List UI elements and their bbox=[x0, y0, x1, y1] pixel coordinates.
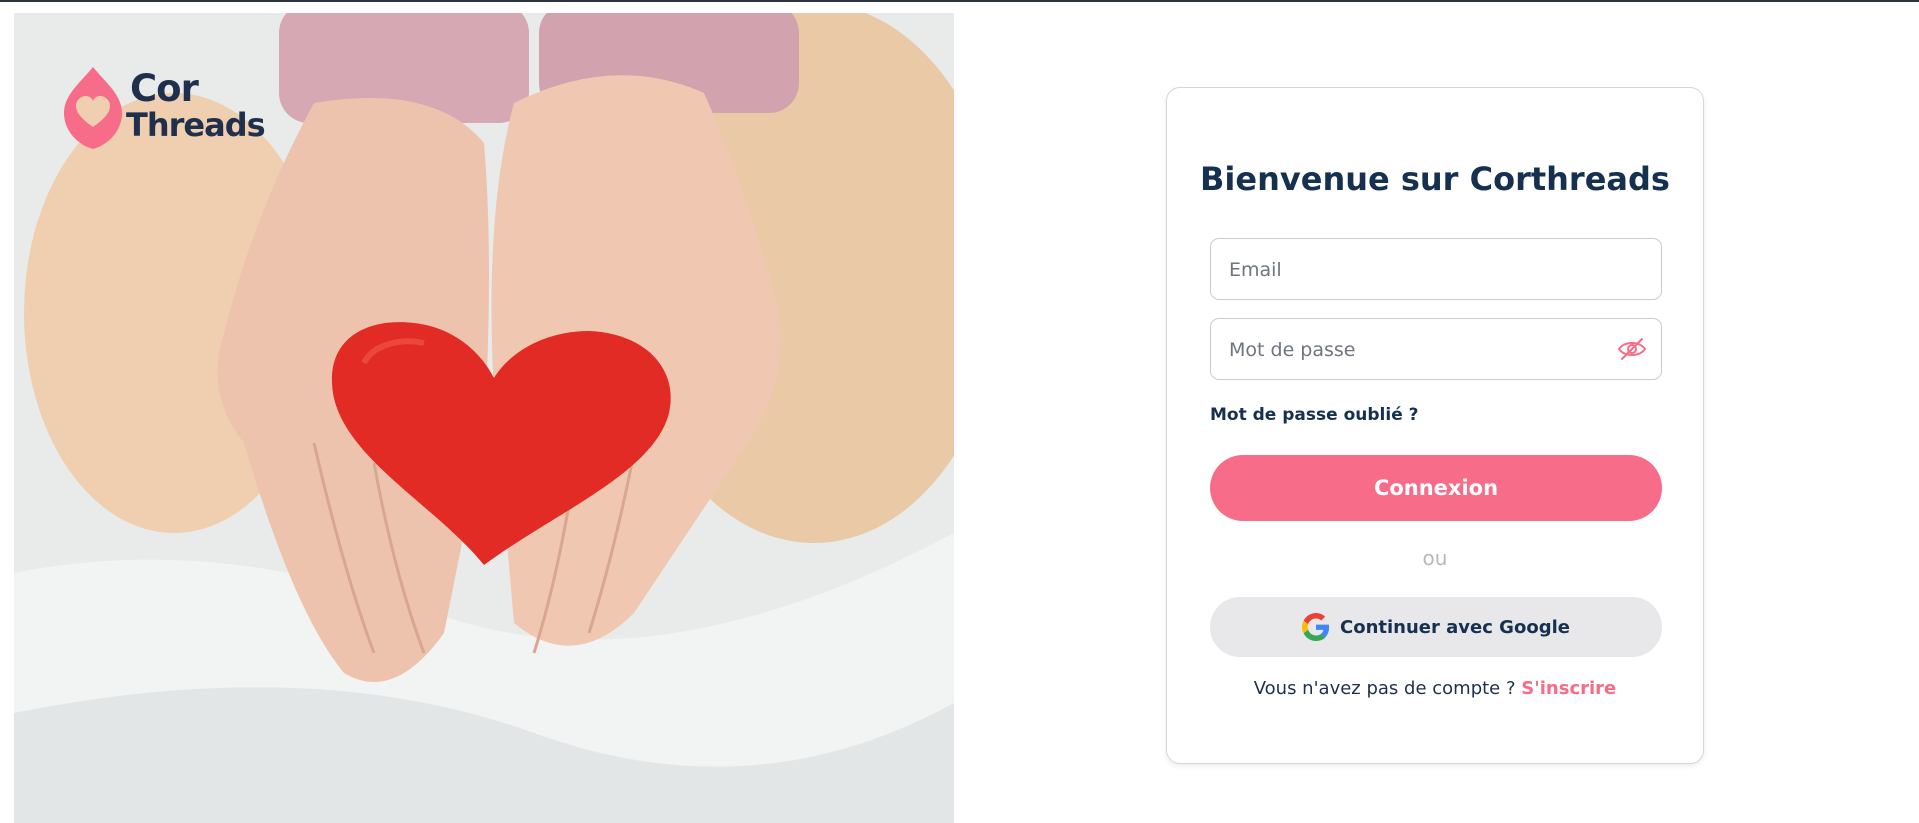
brand-line-2: Threads bbox=[126, 106, 266, 144]
separator-text: ou bbox=[1422, 546, 1448, 570]
hero-photo: Cor Threads bbox=[14, 13, 954, 823]
signup-link[interactable]: S'inscrire bbox=[1521, 678, 1616, 699]
email-input[interactable] bbox=[1227, 239, 1611, 301]
password-field[interactable] bbox=[1210, 318, 1662, 381]
signup-prompt: Vous n'avez pas de compte ? S'inscrire bbox=[1167, 678, 1703, 699]
google-button-label: Continuer avec Google bbox=[1340, 616, 1570, 638]
brand-line-1: Cor bbox=[130, 67, 199, 110]
forgot-password-link[interactable]: Mot de passe oublié ? bbox=[1210, 405, 1419, 425]
page-title: Bienvenue sur Corthreads bbox=[1200, 160, 1670, 198]
top-border bbox=[0, 0, 1919, 2]
no-account-text: Vous n'avez pas de compte ? bbox=[1253, 678, 1516, 699]
eye-slash-icon[interactable] bbox=[1617, 336, 1647, 362]
heart-drop-icon bbox=[64, 67, 122, 149]
login-card: Bienvenue sur Corthreads Mot de passe ou… bbox=[1166, 87, 1704, 764]
brand-logo: Cor Threads bbox=[62, 65, 282, 155]
google-signin-button[interactable]: Continuer avec Google bbox=[1210, 597, 1662, 657]
password-input[interactable] bbox=[1227, 319, 1611, 381]
brand-wordmark: Cor Threads bbox=[126, 67, 266, 144]
email-field[interactable] bbox=[1210, 238, 1662, 301]
login-button[interactable]: Connexion bbox=[1210, 455, 1662, 521]
google-icon bbox=[1302, 613, 1330, 641]
